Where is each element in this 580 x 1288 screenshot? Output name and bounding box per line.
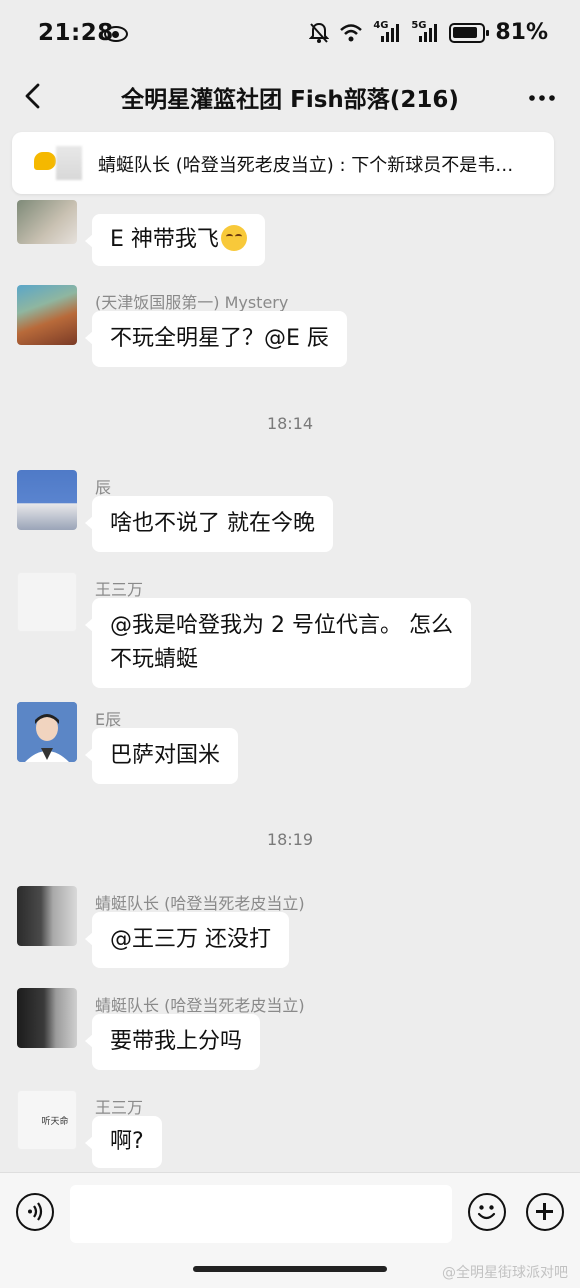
- pinned-text: 蜻蜓队长 (哈登当死老皮当立) : 下个新球员不是韦…: [98, 155, 514, 176]
- signal-5g-icon: 5G: [411, 19, 439, 44]
- smirk-emoji-icon: [220, 225, 247, 251]
- message-bubble[interactable]: 巴萨对国米: [84, 728, 239, 784]
- avatar[interactable]: [17, 572, 77, 632]
- battery-icon: [449, 22, 490, 43]
- sender-name: 辰: [95, 478, 112, 497]
- sender-name: 王三万: [95, 1098, 144, 1117]
- avatar[interactable]: [17, 200, 77, 244]
- sender-name: (天津饭国服第一) Mystery: [95, 293, 289, 312]
- battery-percent: 81%: [495, 20, 548, 45]
- message-bubble[interactable]: @我是哈登我为 2 号位代言。 怎么 不玩蜻蜓: [85, 598, 471, 688]
- avatar[interactable]: [17, 886, 77, 946]
- message-text: 啊?: [110, 1129, 144, 1154]
- home-indicator[interactable]: [193, 1266, 387, 1272]
- avatar[interactable]: 听天命: [17, 1090, 77, 1150]
- message-bubble[interactable]: 要带我上分吗: [84, 1014, 261, 1070]
- timestamp: 18:19: [266, 830, 314, 849]
- chat-title: 全明星灌篮社团 Fish部落(216): [121, 87, 459, 113]
- chat-bubble-icon: [34, 152, 56, 170]
- status-bar: 21:28 4G 5G 81%: [0, 0, 580, 70]
- message-bubble[interactable]: @王三万 还没打: [85, 912, 289, 968]
- bell-muted-icon: [309, 22, 330, 44]
- sender-name: E辰: [95, 710, 122, 729]
- message-text: 巴萨对国米: [110, 743, 221, 768]
- signal-4g-label: 4G: [373, 19, 389, 31]
- message-text-line: 不玩蜻蜓: [110, 647, 199, 672]
- avatar[interactable]: [17, 988, 77, 1048]
- watermark: @全明星街球派对吧: [442, 1265, 568, 1281]
- avatar-text: 听天命: [41, 1116, 69, 1127]
- avatar[interactable]: [17, 702, 77, 762]
- message-text: 不玩全明星了？@E 辰: [110, 326, 329, 351]
- message-bubble[interactable]: 不玩全明星了？@E 辰: [85, 311, 347, 367]
- pinned-avatar-blur: [56, 146, 82, 180]
- emoji-icon[interactable]: [468, 1193, 506, 1231]
- message-text: 啥也不说了 就在今晚: [110, 511, 315, 536]
- message-input[interactable]: [70, 1185, 452, 1243]
- avatar[interactable]: [17, 470, 77, 530]
- avatar[interactable]: [17, 285, 77, 345]
- eye-icon: [104, 26, 128, 42]
- message-bubble[interactable]: E 神带我飞: [85, 214, 265, 266]
- message-text: @王三万 还没打: [110, 927, 271, 952]
- message-bubble[interactable]: 啊?: [85, 1116, 162, 1168]
- message-text: E 神带我飞: [110, 227, 219, 252]
- more-dots-icon[interactable]: [528, 84, 556, 104]
- pinned-message[interactable]: 蜻蜓队长 (哈登当死老皮当立) : 下个新球员不是韦…: [12, 132, 554, 194]
- sender-name: 蜻蜓队长 (哈登当死老皮当立): [95, 996, 305, 1015]
- plus-icon[interactable]: [526, 1193, 564, 1231]
- wifi-icon: [339, 23, 363, 43]
- voice-icon[interactable]: [16, 1193, 54, 1231]
- message-text-line: @我是哈登我为 2 号位代言。 怎么: [110, 613, 453, 638]
- sender-name: 蜻蜓队长 (哈登当死老皮当立): [95, 894, 305, 913]
- sender-name: 王三万: [95, 580, 144, 599]
- signal-4g-icon: 4G: [373, 19, 401, 44]
- message-text: 要带我上分吗: [110, 1029, 243, 1054]
- signal-5g-label: 5G: [411, 19, 427, 31]
- status-icons: 4G 5G 81%: [309, 20, 548, 45]
- timestamp: 18:14: [266, 414, 314, 433]
- status-time: 21:28: [38, 20, 114, 46]
- chat-header: 全明星灌篮社团 Fish部落(216): [0, 70, 580, 124]
- message-bubble[interactable]: 啥也不说了 就在今晚: [85, 496, 333, 552]
